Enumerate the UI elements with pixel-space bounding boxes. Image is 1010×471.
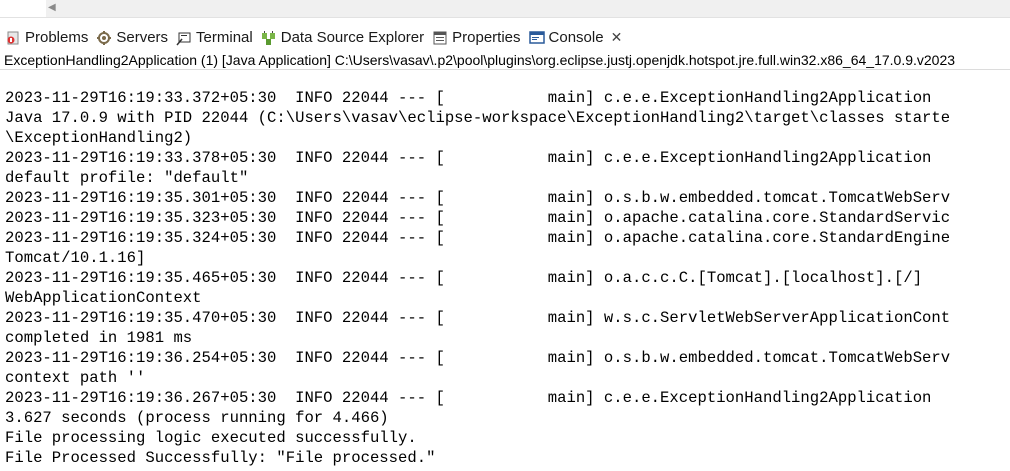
console-line: 3.627 seconds (process running for 4.466… [5, 409, 389, 427]
tab-label: Data Source Explorer [280, 29, 425, 46]
console-line: Java 17.0.9 with PID 22044 (C:\Users\vas… [5, 109, 951, 127]
data-source-explorer-icon [261, 30, 277, 46]
console-line: completed in 1981 ms [5, 329, 193, 347]
close-icon[interactable]: ✕ [611, 29, 623, 46]
process-label: ExceptionHandling2Application (1) [Java … [0, 51, 1010, 70]
tab-label: Terminal [196, 29, 253, 46]
tab-label: Problems [25, 29, 89, 46]
terminal-icon [176, 30, 192, 46]
console-line: 2023-11-29T16:19:35.301+05:30 INFO 22044… [5, 189, 951, 207]
view-tab-bar: Problems Servers Terminal Data Source Ex… [0, 24, 1010, 51]
console-line: 2023-11-29T16:19:35.470+05:30 INFO 22044… [5, 309, 951, 327]
servers-icon [96, 30, 112, 46]
console-line: \ExceptionHandling2) [5, 129, 193, 147]
console-line: 2023-11-29T16:19:35.323+05:30 INFO 22044… [5, 209, 951, 227]
console-output[interactable]: 2023-11-29T16:19:33.372+05:30 INFO 22044… [5, 88, 1010, 471]
console-line: 2023-11-29T16:19:33.378+05:30 INFO 22044… [5, 149, 932, 167]
tab-data-source-explorer[interactable]: Data Source Explorer [256, 24, 427, 51]
console-line: File Processed Successfully: "File proce… [5, 449, 436, 467]
tab-properties[interactable]: Properties [427, 24, 523, 51]
tab-label: Properties [452, 29, 521, 46]
console-line: 2023-11-29T16:19:36.267+05:30 INFO 22044… [5, 389, 932, 407]
console-line: context path '' [5, 369, 146, 387]
console-line: Tomcat/10.1.16] [5, 249, 146, 267]
scroll-left-arrow-icon[interactable]: ◀ [48, 1, 56, 15]
properties-icon [432, 30, 448, 46]
tab-terminal[interactable]: Terminal [171, 24, 256, 51]
console-line: 2023-11-29T16:19:35.324+05:30 INFO 22044… [5, 229, 951, 247]
console-line: File processing logic executed successfu… [5, 429, 417, 447]
tab-label: Console [548, 29, 604, 46]
console-icon [528, 30, 545, 46]
problems-icon [5, 30, 21, 46]
tab-servers[interactable]: Servers [91, 24, 171, 51]
console-line: default profile: "default" [5, 169, 249, 187]
console-line: 2023-11-29T16:19:33.372+05:30 INFO 22044… [5, 89, 932, 107]
console-line: 2023-11-29T16:19:36.254+05:30 INFO 22044… [5, 349, 951, 367]
horizontal-scrollbar[interactable]: ◀ [0, 0, 1010, 18]
scrollbar-thumb[interactable] [0, 0, 46, 17]
tab-console[interactable]: Console ✕ [523, 24, 626, 51]
tab-problems[interactable]: Problems [0, 24, 91, 51]
console-line: WebApplicationContext [5, 289, 202, 307]
tab-label: Servers [116, 29, 169, 46]
console-line: 2023-11-29T16:19:35.465+05:30 INFO 22044… [5, 269, 923, 287]
